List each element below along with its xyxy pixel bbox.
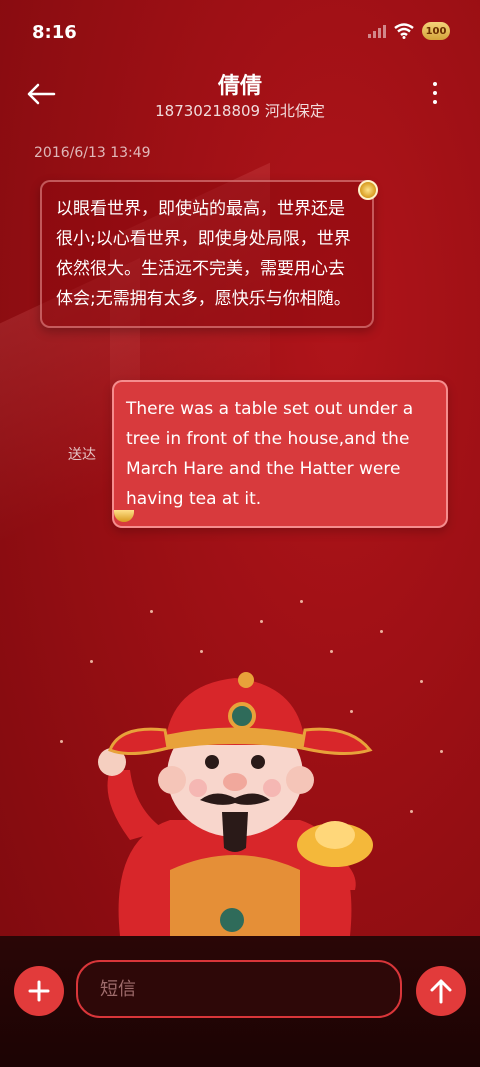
delivery-status: 送达 xyxy=(68,447,96,463)
message-timestamp: 2016/6/13 13:49 xyxy=(34,145,151,161)
incoming-message-bubble[interactable]: 以眼看世界，即使站的最高，世界还是很小;以心看世界，即使身处局限，世界依然很大。… xyxy=(40,180,374,328)
incoming-message-text: 以眼看世界，即使站的最高，世界还是很小;以心看世界，即使身处局限，世界依然很大。… xyxy=(56,199,351,309)
send-button[interactable] xyxy=(416,966,466,1016)
god-of-wealth-illustration xyxy=(0,590,480,936)
plus-icon xyxy=(28,980,50,1002)
message-composer xyxy=(0,936,480,1067)
send-arrow-icon xyxy=(430,979,452,1004)
status-time: 8:16 xyxy=(32,22,77,43)
sms-input[interactable] xyxy=(78,962,400,1016)
wifi-icon xyxy=(394,23,414,39)
outgoing-message-bubble[interactable]: There was a table set out under a tree i… xyxy=(112,380,448,528)
status-bar: 8:16 100 xyxy=(0,0,480,66)
god-of-wealth-figure-icon xyxy=(98,672,373,936)
outgoing-message-text: There was a table set out under a tree i… xyxy=(126,399,414,509)
battery-icon: 100 xyxy=(422,22,450,40)
contact-name: 倩倩 xyxy=(217,74,262,99)
sms-input-container xyxy=(76,960,402,1018)
status-icons: 100 xyxy=(368,22,450,40)
add-attachment-button[interactable] xyxy=(14,966,64,1016)
contact-number-location: 18730218809 河北保定 xyxy=(155,102,325,120)
coin-decoration-icon xyxy=(358,180,378,200)
conversation-header: 倩倩 18730218809 河北保定 xyxy=(0,64,480,128)
signal-icon xyxy=(368,24,386,38)
more-icon[interactable] xyxy=(432,82,438,108)
